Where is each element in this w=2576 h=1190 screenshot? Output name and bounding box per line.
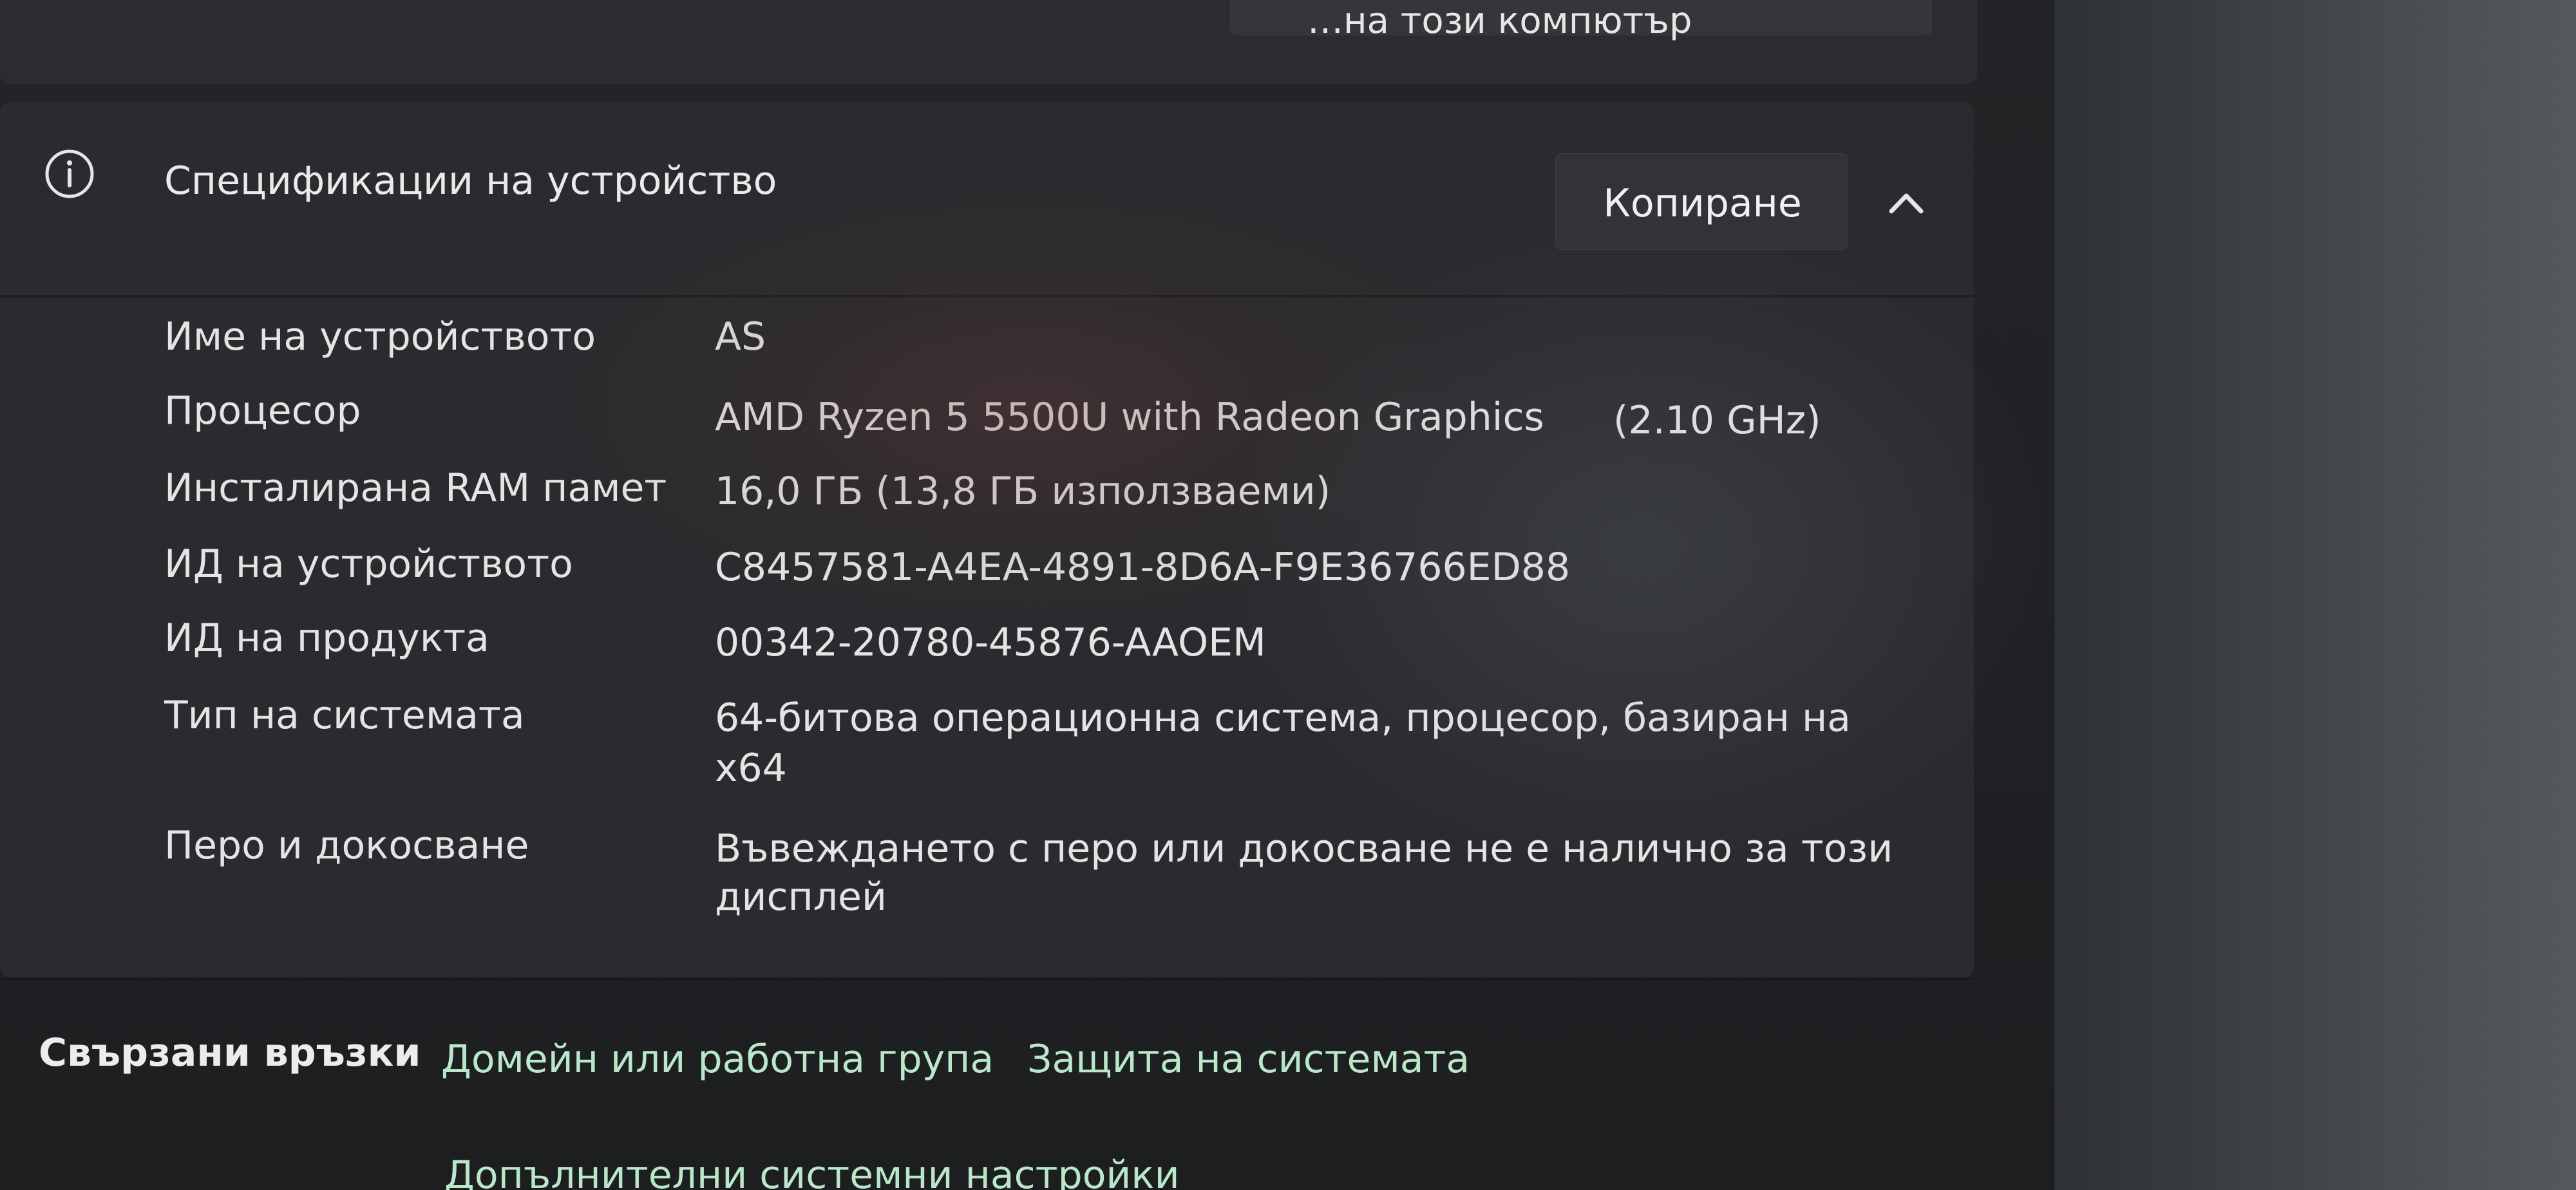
settings-window: …на този компютър Спецификации на устрой…: [0, 0, 2054, 1190]
spec-value-pen-touch-line2: дисплей: [715, 874, 887, 920]
copy-button-label: Копиране: [1603, 181, 1802, 226]
spec-label-ram: Инсталирана RAM памет: [164, 466, 667, 511]
info-circle-icon: [45, 149, 94, 198]
section-divider: [0, 978, 1974, 980]
rename-pc-button[interactable]: …на този компютър: [1230, 0, 1932, 42]
copy-button[interactable]: Копиране: [1555, 153, 1848, 250]
device-specifications-card: Спецификации на устройство Копиране Име …: [0, 102, 1974, 978]
link-advanced-system-settings[interactable]: Допълнителни системни настройки: [444, 1153, 1180, 1190]
spec-label-system-type: Тип на системата: [164, 693, 525, 738]
spec-value-ram: 16,0 ГБ (13,8 ГБ използваеми): [715, 469, 1331, 514]
spec-value-processor: AMD Ryzen 5 5500U with Radeon Graphics: [715, 395, 1544, 440]
chevron-up-icon[interactable]: [1884, 180, 1929, 225]
link-system-protection[interactable]: Защита на системата: [1027, 1037, 1470, 1082]
device-specifications-header[interactable]: Спецификации на устройство Копиране: [0, 102, 1974, 298]
spec-value-device-id: C8457581-A4EA-4891-8D6A-F9E36766ED88: [715, 545, 1571, 590]
spec-value-system-type-line2: x64: [715, 746, 787, 791]
spec-value-product-id: 00342-20780-45876-AAOEM: [715, 620, 1266, 665]
monitor-bezel: [2035, 0, 2576, 1190]
spec-label-processor: Процесор: [164, 388, 361, 433]
device-specifications-title: Спецификации на устройство: [164, 158, 777, 203]
spec-label-pen-touch: Перо и докосване: [164, 823, 529, 868]
spec-value-device-name: AS: [715, 314, 766, 359]
spec-label-product-id: ИД на продукта: [164, 616, 489, 661]
spec-value-system-type: 64-битова операционна система, процесор,…: [715, 695, 1851, 741]
related-links-label: Свързани връзки: [39, 1030, 421, 1075]
spec-label-device-name: Име на устройството: [164, 314, 596, 359]
spec-value-processor-frequency: (2.10 GHz): [1613, 398, 1821, 443]
rename-pc-button-label: …на този компютър: [1307, 0, 1692, 42]
spec-value-pen-touch: Въвеждането с перо или докосване не е на…: [715, 826, 1893, 871]
link-domain-or-workgroup[interactable]: Домейн или работна група: [441, 1037, 994, 1082]
spec-label-device-id: ИД на устройството: [164, 542, 573, 587]
